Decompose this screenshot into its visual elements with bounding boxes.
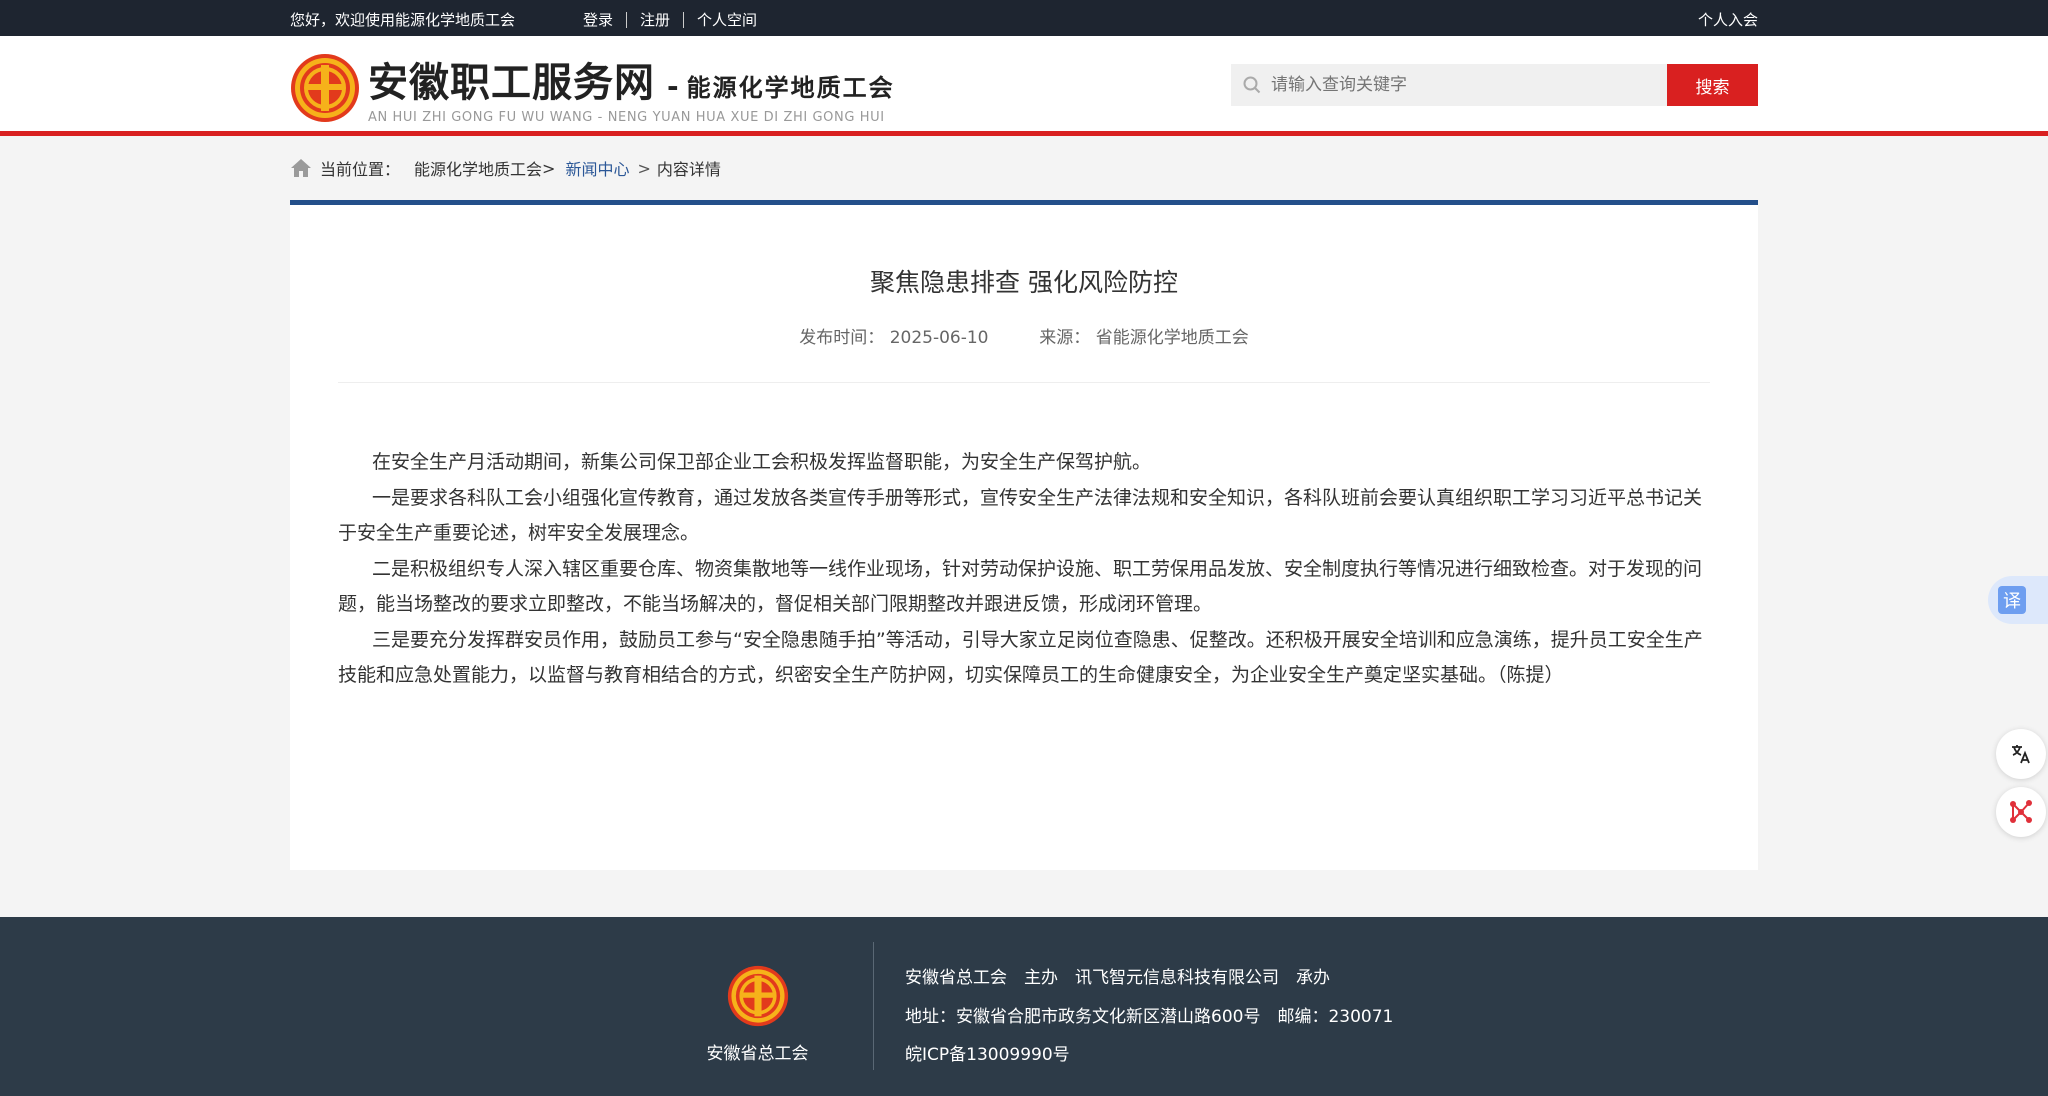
breadcrumb-separator: > bbox=[637, 158, 651, 178]
footer-sponsor: 安徽省总工会 主办 讯飞智元信息科技有限公司 承办 bbox=[905, 968, 1330, 988]
logo-dash: - bbox=[667, 70, 679, 103]
site-footer: 安徽省总工会 安徽省总工会 主办 讯飞智元信息科技有限公司 承办 地址：安徽省合… bbox=[0, 917, 2048, 1096]
article-panel: 聚焦隐患排查 强化风险防控 发布时间： 2025-06-10 来源： 省能源化学… bbox=[290, 200, 1758, 870]
personal-space-link[interactable]: 个人空间 bbox=[697, 9, 757, 30]
breadcrumb-item-union[interactable]: 能源化学地质工会 bbox=[414, 156, 542, 180]
union-emblem-icon bbox=[291, 53, 359, 122]
search-input[interactable] bbox=[1271, 75, 1651, 95]
article-paragraph: 在安全生产月活动期间，新集公司保卫部企业工会积极发挥监督职能，为安全生产保驾护航… bbox=[372, 451, 1152, 473]
breadcrumb-separator: > bbox=[542, 158, 556, 178]
breadcrumb-item-news[interactable]: 新闻中心 bbox=[565, 156, 629, 180]
language-widget[interactable] bbox=[1996, 729, 2046, 779]
footer-divider bbox=[873, 942, 874, 1070]
divider bbox=[683, 11, 685, 28]
site-logo[interactable]: 安徽职工服务网 - 能源化学地质工会 AN HUI ZHI GONG FU WU… bbox=[290, 50, 895, 125]
divider bbox=[338, 382, 1710, 383]
logo-title: 安徽职工服务网 bbox=[368, 59, 655, 106]
search-box bbox=[1231, 64, 1667, 106]
top-bar: 您好，欢迎使用能源化学地质工会 登录 注册 个人空间 个人入会 bbox=[0, 0, 2048, 36]
breadcrumb-item-current: 内容详情 bbox=[656, 160, 721, 179]
source-label: 来源： bbox=[1039, 328, 1091, 348]
logo-subtitle: 能源化学地质工会 bbox=[686, 73, 895, 102]
login-link[interactable]: 登录 bbox=[583, 9, 613, 30]
search-bar: 搜索 bbox=[1231, 64, 1758, 106]
article-meta: 发布时间： 2025-06-10 来源： 省能源化学地质工会 bbox=[290, 323, 1758, 348]
article-source: 省能源化学地质工会 bbox=[1095, 328, 1249, 348]
logo-pinyin: AN HUI ZHI GONG FU WU WANG - NENG YUAN H… bbox=[368, 110, 885, 125]
search-icon bbox=[1243, 76, 1261, 94]
site-header: 安徽职工服务网 - 能源化学地质工会 AN HUI ZHI GONG FU WU… bbox=[0, 36, 2048, 136]
network-widget[interactable] bbox=[1996, 787, 2046, 837]
account-links: 登录 注册 个人空间 bbox=[583, 9, 757, 30]
publish-label: 发布时间： bbox=[799, 328, 885, 348]
divider bbox=[626, 11, 628, 28]
breadcrumb-label: 当前位置： bbox=[320, 160, 401, 179]
network-icon bbox=[2010, 800, 2032, 823]
translate-widget[interactable]: 译 bbox=[1988, 576, 2048, 624]
welcome-text: 您好，欢迎使用能源化学地质工会 bbox=[290, 11, 516, 29]
breadcrumb: 当前位置： 能源化学地质工会 > 新闻中心 > 内容详情 bbox=[0, 136, 2048, 200]
footer-info: 安徽省总工会 主办 讯飞智元信息科技有限公司 承办 地址：安徽省合肥市政务文化新… bbox=[905, 959, 1393, 1075]
translate-icon bbox=[2012, 745, 2030, 764]
footer-address: 地址：安徽省合肥市政务文化新区潜山路600号 邮编：230071 bbox=[905, 1006, 1394, 1027]
article-body: 在安全生产月活动期间，新集公司保卫部企业工会积极发挥监督职能，为安全生产保驾护航… bbox=[338, 445, 1710, 694]
register-link[interactable]: 注册 bbox=[640, 9, 670, 30]
search-button[interactable]: 搜索 bbox=[1667, 64, 1758, 106]
translate-label: 译 bbox=[1998, 586, 2026, 614]
footer-org-name: 安徽省总工会 bbox=[706, 1044, 809, 1064]
article-paragraph: 三是要充分发挥群安员作用，鼓励员工参与“安全隐患随手拍”等活动，引导大家立足岗位… bbox=[338, 628, 1703, 687]
publish-date: 2025-06-10 bbox=[889, 328, 989, 348]
article-paragraph: 一是要求各科队工会小组强化宣传教育，通过发放各类宣传手册等形式，宣传安全生产法律… bbox=[338, 486, 1703, 545]
footer-icp[interactable]: 皖ICP备13009990号 bbox=[905, 1036, 1393, 1075]
union-emblem-icon bbox=[727, 965, 788, 1027]
footer-logo: 安徽省总工会 bbox=[705, 965, 810, 1064]
join-union-link[interactable]: 个人入会 bbox=[1698, 9, 1758, 30]
article-title: 聚焦隐患排查 强化风险防控 bbox=[870, 268, 1178, 297]
article-paragraph: 二是积极组织专人深入辖区重要仓库、物资集散地等一线作业现场，针对劳动保护设施、职… bbox=[338, 557, 1703, 616]
home-icon bbox=[291, 159, 311, 177]
